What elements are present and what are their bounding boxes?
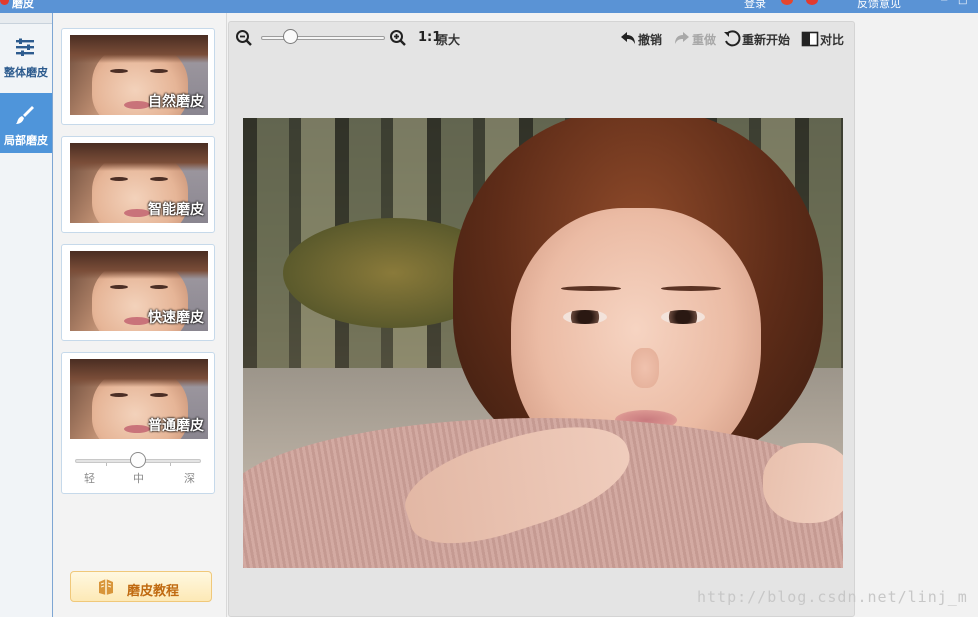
preset-caption: 快速磨皮	[148, 310, 204, 326]
sliders-icon	[16, 38, 34, 56]
strength-label-light: 轻	[84, 472, 95, 485]
brush-icon	[16, 106, 34, 124]
login-link[interactable]: 登录	[744, 0, 766, 11]
preset-caption: 自然磨皮	[148, 94, 204, 110]
redo-button[interactable]: 重做	[692, 31, 716, 48]
preset-thumbnail: 普通磨皮	[70, 359, 208, 439]
watermark: http://blog.csdn.net/linj_m	[697, 588, 968, 606]
preset-thumbnail: 智能磨皮	[70, 143, 208, 223]
slider-tick	[170, 463, 171, 466]
preset-panel: 自然磨皮 智能磨皮 快速磨皮 普通磨皮 轻 中 深 磨皮教程	[54, 13, 227, 617]
slider-tick	[106, 463, 107, 466]
zoom-slider-track[interactable]	[261, 36, 385, 40]
strength-label-deep: 深	[184, 472, 195, 485]
undo-button[interactable]: 撤销	[638, 31, 662, 48]
weibo-icon[interactable]	[806, 0, 818, 5]
undo-icon[interactable]	[619, 30, 637, 48]
strength-label-medium: 中	[133, 472, 144, 485]
preset-caption: 智能磨皮	[148, 202, 204, 218]
zoom-in-icon[interactable]	[389, 29, 407, 47]
restart-icon[interactable]	[723, 30, 741, 48]
preset-thumbnail: 快速磨皮	[70, 251, 208, 331]
app-logo-icon	[0, 0, 9, 5]
rail-item-local[interactable]: 局部磨皮	[0, 93, 52, 153]
preset-fast[interactable]: 快速磨皮	[61, 244, 215, 341]
app-title: 磨皮	[12, 0, 34, 10]
tutorial-label: 磨皮教程	[127, 584, 180, 599]
book-icon	[99, 579, 113, 595]
editor-toolbar: 1:1 原大 撤销 重做 重新开始 对比	[229, 22, 856, 56]
preset-smart[interactable]: 智能磨皮	[61, 136, 215, 233]
rail-item-label: 局部磨皮	[4, 134, 48, 147]
actual-size-button[interactable]: 原大	[436, 31, 460, 48]
rail-item-overall[interactable]: 整体磨皮	[0, 25, 52, 85]
zoom-slider-handle[interactable]	[283, 29, 298, 44]
maximize-icon[interactable]: □	[958, 0, 967, 6]
tutorial-button[interactable]: 磨皮教程	[70, 571, 212, 602]
compare-icon[interactable]	[801, 30, 819, 48]
minimize-icon[interactable]: −	[940, 0, 948, 6]
qq-icon[interactable]	[781, 0, 793, 5]
editor-canvas: 1:1 原大 撤销 重做 重新开始 对比	[228, 21, 855, 617]
preset-thumbnail: 自然磨皮	[70, 35, 208, 115]
left-rail: 整体磨皮 局部磨皮	[0, 13, 53, 617]
strength-slider-handle[interactable]	[130, 452, 146, 468]
zoom-out-icon[interactable]	[235, 29, 253, 47]
feedback-link[interactable]: 反馈意见	[857, 0, 901, 11]
rail-header	[0, 13, 52, 24]
restart-button[interactable]: 重新开始	[742, 31, 790, 48]
edited-photo[interactable]	[243, 118, 843, 568]
redo-icon[interactable]	[673, 30, 691, 48]
preset-caption: 普通磨皮	[148, 418, 204, 434]
compare-button[interactable]: 对比	[820, 31, 844, 48]
rail-item-label: 整体磨皮	[4, 66, 48, 79]
preset-normal[interactable]: 普通磨皮 轻 中 深	[61, 352, 215, 494]
preset-natural[interactable]: 自然磨皮	[61, 28, 215, 125]
title-bar: 磨皮 登录 反馈意见 − □	[0, 0, 978, 13]
